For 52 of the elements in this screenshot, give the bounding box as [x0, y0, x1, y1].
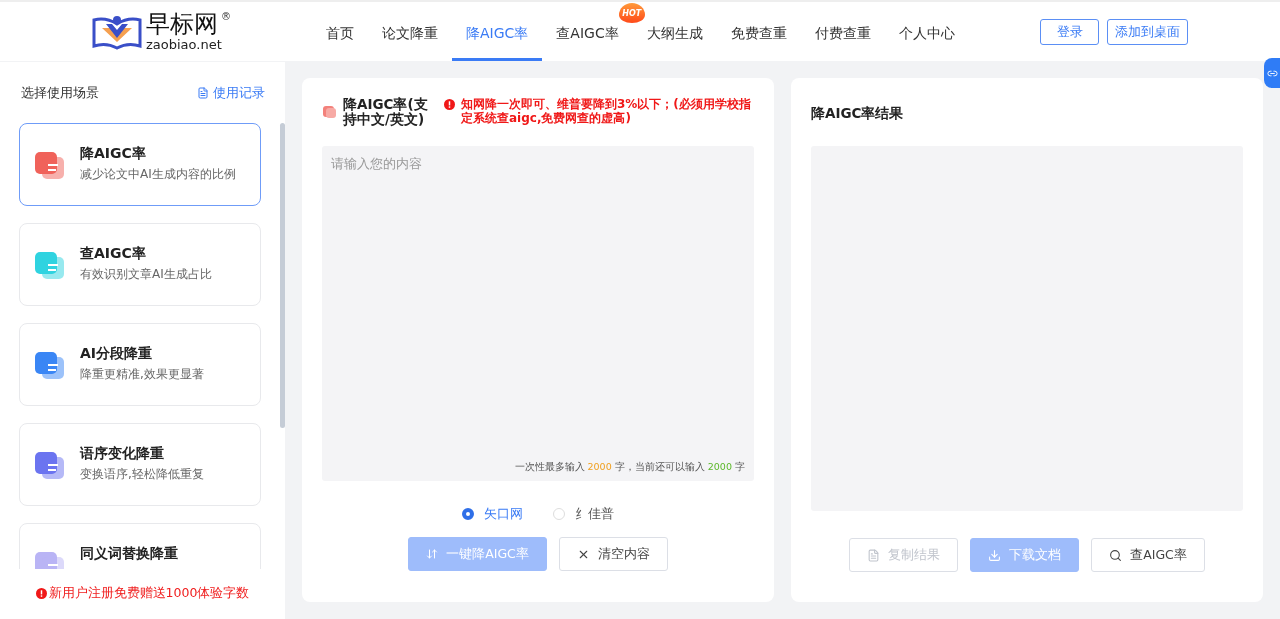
history-link[interactable]: 使用记录	[197, 84, 265, 102]
registered-mark: ®	[221, 12, 231, 22]
nav-tab[interactable]: 付费查重	[800, 24, 885, 61]
character-counter: 一次性最多输入 2000 字，当前还可以输入 2000 字	[514, 461, 745, 474]
scenario-card[interactable]: AI分段降重 降重更精准,效果更显著	[19, 323, 261, 406]
open-book-logo-icon	[92, 13, 142, 50]
scrollbar-thumb[interactable]	[280, 123, 285, 428]
nav-tab[interactable]: 首页	[312, 24, 368, 61]
document-stack-icon	[322, 104, 337, 119]
scenario-card[interactable]: 降AIGC率 减少论文中AI生成内容的比例	[19, 123, 261, 206]
scenario-title: 降AIGC率	[80, 145, 147, 163]
alert-icon	[35, 587, 47, 599]
platform-radio[interactable]: 矢口网	[462, 505, 523, 523]
nav-tab[interactable]: 查AIGC率	[542, 24, 633, 61]
document-icon	[197, 87, 209, 99]
nav-tab[interactable]: 个人中心	[884, 24, 969, 61]
notice-text: 新用户注册免费赠送1000体验字数	[48, 584, 250, 602]
scenario-title: 查AIGC率	[80, 245, 147, 263]
nav-tab[interactable]: 免费查重	[716, 24, 801, 61]
site-domain: zaobiao.net	[146, 38, 223, 51]
download-icon	[988, 548, 1002, 562]
scenario-card[interactable]: 语序变化降重 变换语序,轻松降低重复	[19, 423, 261, 506]
result-title: 降AIGC率结果	[811, 104, 905, 123]
scenario-title: 语序变化降重	[80, 445, 165, 463]
hot-badge: HOT	[618, 3, 645, 23]
info-icon	[444, 99, 455, 110]
site-name: 早标网	[146, 12, 218, 36]
header-button[interactable]: 添加到桌面	[1107, 18, 1188, 45]
content-input[interactable]: 请输入您的内容	[331, 156, 745, 171]
action-button[interactable]: 清空内容	[558, 537, 668, 571]
document-icon	[867, 548, 881, 562]
scenario-description: 变换语序,轻松降低重复	[80, 466, 204, 483]
action-button[interactable]: 查AIGC率	[1091, 538, 1205, 572]
platform-radio[interactable]: 纟佳普	[553, 505, 614, 523]
side-float-tab[interactable]	[1264, 58, 1280, 88]
search-icon	[1109, 548, 1123, 562]
radio-dot[interactable]	[462, 508, 474, 520]
warning-text: 知网降一次即可、维普要降到3%以下；(必须用学校指定系统查aigc,免费网查的虚高)	[461, 97, 752, 125]
arrows-icon	[426, 548, 439, 560]
scenario-card[interactable]: 查AIGC率 有效识别文章AI生成占比	[19, 223, 261, 306]
nav-tab[interactable]: 论文降重	[368, 24, 452, 61]
nav-tab[interactable]: 大纲生成	[632, 24, 717, 61]
scenario-title: AI分段降重	[80, 345, 154, 363]
scenario-description: 有效识别文章AI生成占比	[80, 266, 212, 283]
header-button[interactable]: 登录	[1040, 18, 1099, 45]
scenario-description: 减少论文中AI生成内容的比例	[80, 166, 236, 183]
scenario-description: 降重更精准,效果更显著	[80, 366, 204, 383]
scenario-title: 同义词替换降重	[80, 545, 178, 563]
sidebar-title: 选择使用场景	[21, 84, 99, 102]
scenario-card[interactable]: 同义词替换降重	[19, 523, 261, 569]
editor-title: 降AIGC率(支持中文/英文)	[343, 97, 429, 127]
nav-tab[interactable]: 降AIGC率	[452, 24, 543, 61]
